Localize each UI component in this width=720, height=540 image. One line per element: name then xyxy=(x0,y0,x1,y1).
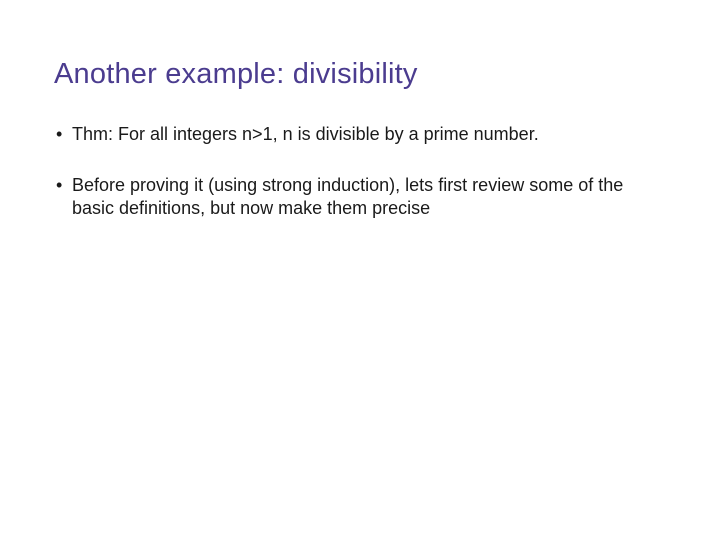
slide-title: Another example: divisibility xyxy=(54,58,670,91)
slide-container: Another example: divisibility • Thm: For… xyxy=(0,0,720,540)
bullet-marker-icon: • xyxy=(56,123,62,146)
bullet-text: Thm: For all integers n>1, n is divisibl… xyxy=(72,124,539,144)
bullet-marker-icon: • xyxy=(56,174,62,197)
list-item: • Before proving it (using strong induct… xyxy=(56,174,670,220)
bullet-text: Before proving it (using strong inductio… xyxy=(72,175,623,218)
bullet-list: • Thm: For all integers n>1, n is divisi… xyxy=(54,123,670,220)
list-item: • Thm: For all integers n>1, n is divisi… xyxy=(56,123,670,146)
